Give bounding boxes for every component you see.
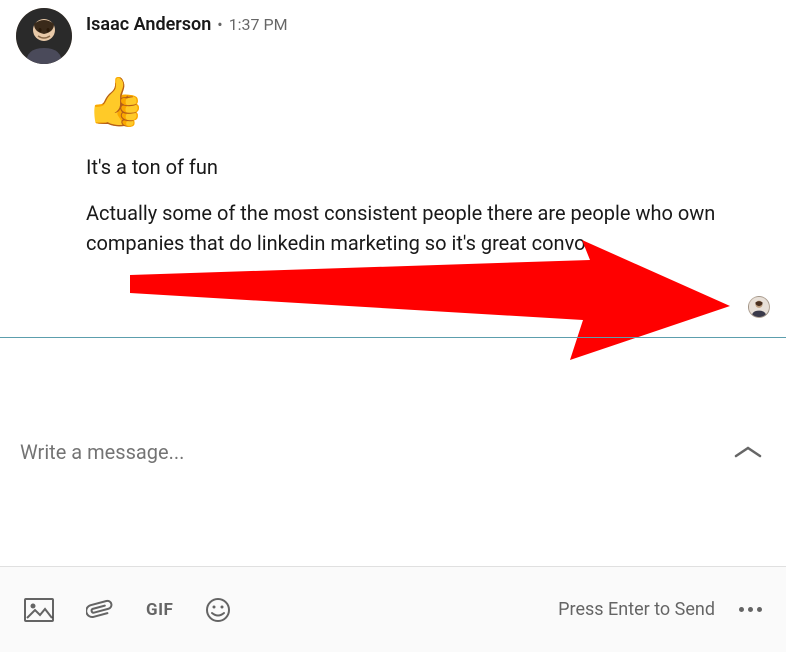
message-input[interactable] (20, 440, 730, 464)
gif-button[interactable]: GIF (146, 600, 173, 620)
gif-icon: GIF (146, 600, 173, 620)
message-timestamp: 1:37 PM (229, 15, 288, 34)
message-text-2: Actually some of the most consistent peo… (86, 198, 770, 258)
read-receipt-avatar[interactable] (748, 296, 770, 318)
smiley-icon (205, 597, 231, 623)
attachment-button[interactable] (86, 598, 114, 622)
compose-area: GIF Press Enter to Send (0, 338, 786, 652)
message-header-text: Isaac Anderson • 1:37 PM (86, 8, 288, 35)
more-button[interactable] (739, 607, 762, 612)
message-header: Isaac Anderson • 1:37 PM (16, 8, 770, 64)
sender-name[interactable]: Isaac Anderson (86, 14, 211, 35)
send-hint[interactable]: Press Enter to Send (558, 599, 715, 620)
toolbar-right: Press Enter to Send (558, 599, 762, 620)
message-area: Isaac Anderson • 1:37 PM 👍 It's a ton of… (0, 0, 786, 294)
emoji-button[interactable] (205, 597, 231, 623)
message-body: 👍 It's a ton of fun Actually some of the… (16, 64, 770, 258)
image-button[interactable] (24, 598, 54, 622)
message-text-1: It's a ton of fun (86, 152, 770, 182)
chevron-up-icon (734, 445, 762, 459)
sender-avatar[interactable] (16, 8, 72, 64)
message-emoji: 👍 (86, 78, 770, 126)
image-icon (24, 598, 54, 622)
paperclip-icon (86, 598, 114, 622)
bullet-separator: • (217, 15, 222, 34)
collapse-button[interactable] (730, 440, 766, 464)
more-icon (739, 607, 744, 612)
compose-input-row (0, 338, 786, 566)
compose-toolbar: GIF Press Enter to Send (0, 566, 786, 652)
